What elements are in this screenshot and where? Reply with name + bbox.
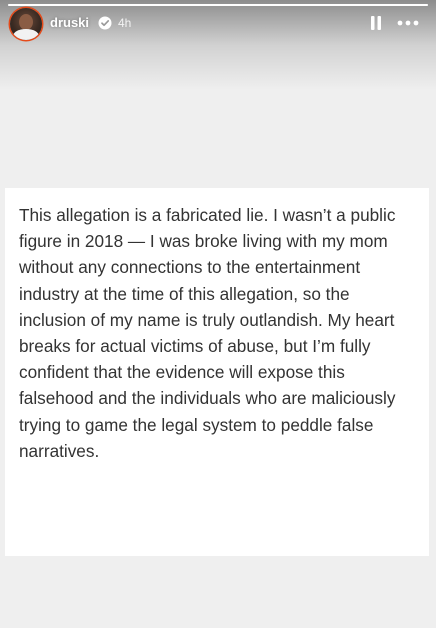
verified-badge-icon: [98, 16, 112, 30]
statement-text: This allegation is a fabricated lie. I w…: [19, 205, 396, 461]
avatar-face: [19, 14, 33, 30]
user-avatar[interactable]: [10, 8, 42, 40]
story-timestamp: 4h: [118, 16, 132, 30]
username-link[interactable]: druski: [50, 15, 89, 30]
story-progress-track: [8, 4, 428, 6]
pause-icon[interactable]: [368, 15, 384, 31]
statement-card: This allegation is a fabricated lie. I w…: [5, 188, 429, 556]
story-header: druski 4h: [8, 8, 428, 40]
more-options-icon[interactable]: [396, 15, 420, 31]
story-progress-fill: [8, 4, 428, 6]
story-viewer[interactable]: druski 4h This allegation is a fabricate…: [0, 0, 436, 628]
avatar-shirt: [13, 29, 39, 40]
